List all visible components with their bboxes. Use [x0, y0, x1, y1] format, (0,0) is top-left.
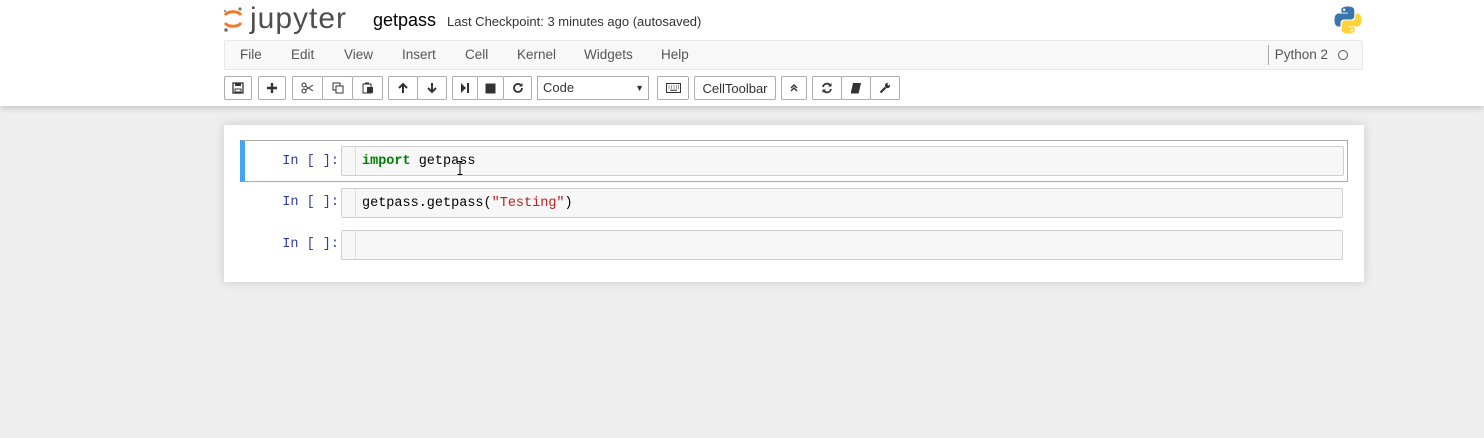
settings-button[interactable] [870, 76, 900, 100]
step-forward-icon [461, 83, 469, 93]
checkpoint-status: Last Checkpoint: 3 minutes ago (autosave… [447, 14, 702, 29]
editor-gutter [342, 147, 356, 175]
menu-cell[interactable]: Cell [465, 47, 488, 62]
copy-icon [332, 82, 343, 94]
code-text: getpass.getpass( [362, 196, 492, 211]
cell-type-select[interactable]: Code ▼ [537, 76, 649, 100]
notebook-name[interactable]: getpass [373, 10, 436, 31]
move-up-button[interactable] [388, 76, 418, 100]
logo-text: jupyter [250, 2, 348, 35]
save-button[interactable] [224, 76, 252, 100]
save-icon [232, 82, 244, 94]
python-logo-icon [1334, 6, 1362, 34]
keyboard-icon [665, 83, 681, 93]
refresh-icon [512, 83, 523, 93]
kernel-name: Python 2 [1274, 47, 1328, 62]
menu-view[interactable]: View [344, 47, 373, 62]
collapse-button[interactable] [781, 76, 807, 100]
arrow-down-icon [427, 83, 437, 94]
command-palette-button[interactable] [657, 76, 689, 100]
copy-button[interactable] [322, 76, 353, 100]
editor-gutter [342, 231, 356, 259]
paste-button[interactable] [352, 76, 383, 100]
plus-icon [267, 83, 277, 93]
menu-widgets[interactable]: Widgets [584, 47, 633, 62]
menu-help[interactable]: Help [661, 47, 689, 62]
cell-prompt: In [ ]: [282, 237, 339, 252]
editor-gutter [342, 189, 356, 217]
menu-kernel[interactable]: Kernel [517, 47, 556, 62]
jupyter-logo[interactable]: jupyter [222, 3, 347, 35]
arrow-up-icon [398, 82, 408, 93]
jupyter-icon [223, 7, 243, 32]
kernel-separator [1267, 45, 1269, 65]
cell-type-value: Code [543, 80, 575, 95]
kernel-indicator[interactable]: Python 2 [1267, 45, 1348, 65]
interrupt-button[interactable] [477, 76, 504, 100]
code-string: "Testing" [491, 196, 565, 211]
code-cell[interactable]: In [ ]: getpass.getpass("Testing") [240, 182, 1348, 224]
code-line: getpass.getpass("Testing") [362, 196, 573, 211]
code-input[interactable]: import getpass [341, 146, 1344, 176]
text-cursor-icon [457, 161, 463, 175]
book-button[interactable] [841, 76, 871, 100]
stop-icon [485, 83, 496, 93]
run-button[interactable] [452, 76, 478, 100]
header: jupyter getpass Last Checkpoint: 3 minut… [0, 0, 1484, 106]
insert-cell-button[interactable] [258, 76, 286, 100]
cell-prompt: In [ ]: [282, 154, 339, 169]
menu-insert[interactable]: Insert [402, 47, 436, 62]
wrench-icon [879, 82, 891, 94]
paste-icon [362, 82, 373, 94]
code-keyword: import [362, 154, 411, 169]
restart-button[interactable] [503, 76, 532, 100]
code-cell[interactable]: In [ ]: [240, 224, 1348, 266]
cut-icon [301, 82, 314, 94]
kernel-idle-icon [1338, 49, 1348, 60]
celltoolbar-button[interactable]: CellToolbar [694, 76, 776, 100]
menu-file[interactable]: File [240, 47, 262, 62]
collapse-up-icon [790, 84, 798, 92]
code-cell[interactable]: In [ ]: import getpass [240, 140, 1348, 182]
notebook-container: In [ ]: import getpass In [ ]: getpass.g… [224, 125, 1364, 282]
menu-edit[interactable]: Edit [291, 47, 314, 62]
code-input[interactable]: getpass.getpass("Testing") [341, 188, 1343, 218]
code-text: getpass [410, 154, 476, 169]
cut-button[interactable] [292, 76, 323, 100]
reload-icon [822, 82, 832, 94]
reload-button[interactable] [812, 76, 842, 100]
code-text: ) [564, 196, 573, 211]
book-icon [851, 83, 861, 94]
code-input[interactable] [341, 230, 1343, 260]
move-down-button[interactable] [417, 76, 447, 100]
menubar: File Edit View Insert Cell Kernel Widget… [224, 40, 1363, 70]
cell-prompt: In [ ]: [282, 195, 339, 210]
chevron-down-icon: ▼ [635, 83, 644, 93]
